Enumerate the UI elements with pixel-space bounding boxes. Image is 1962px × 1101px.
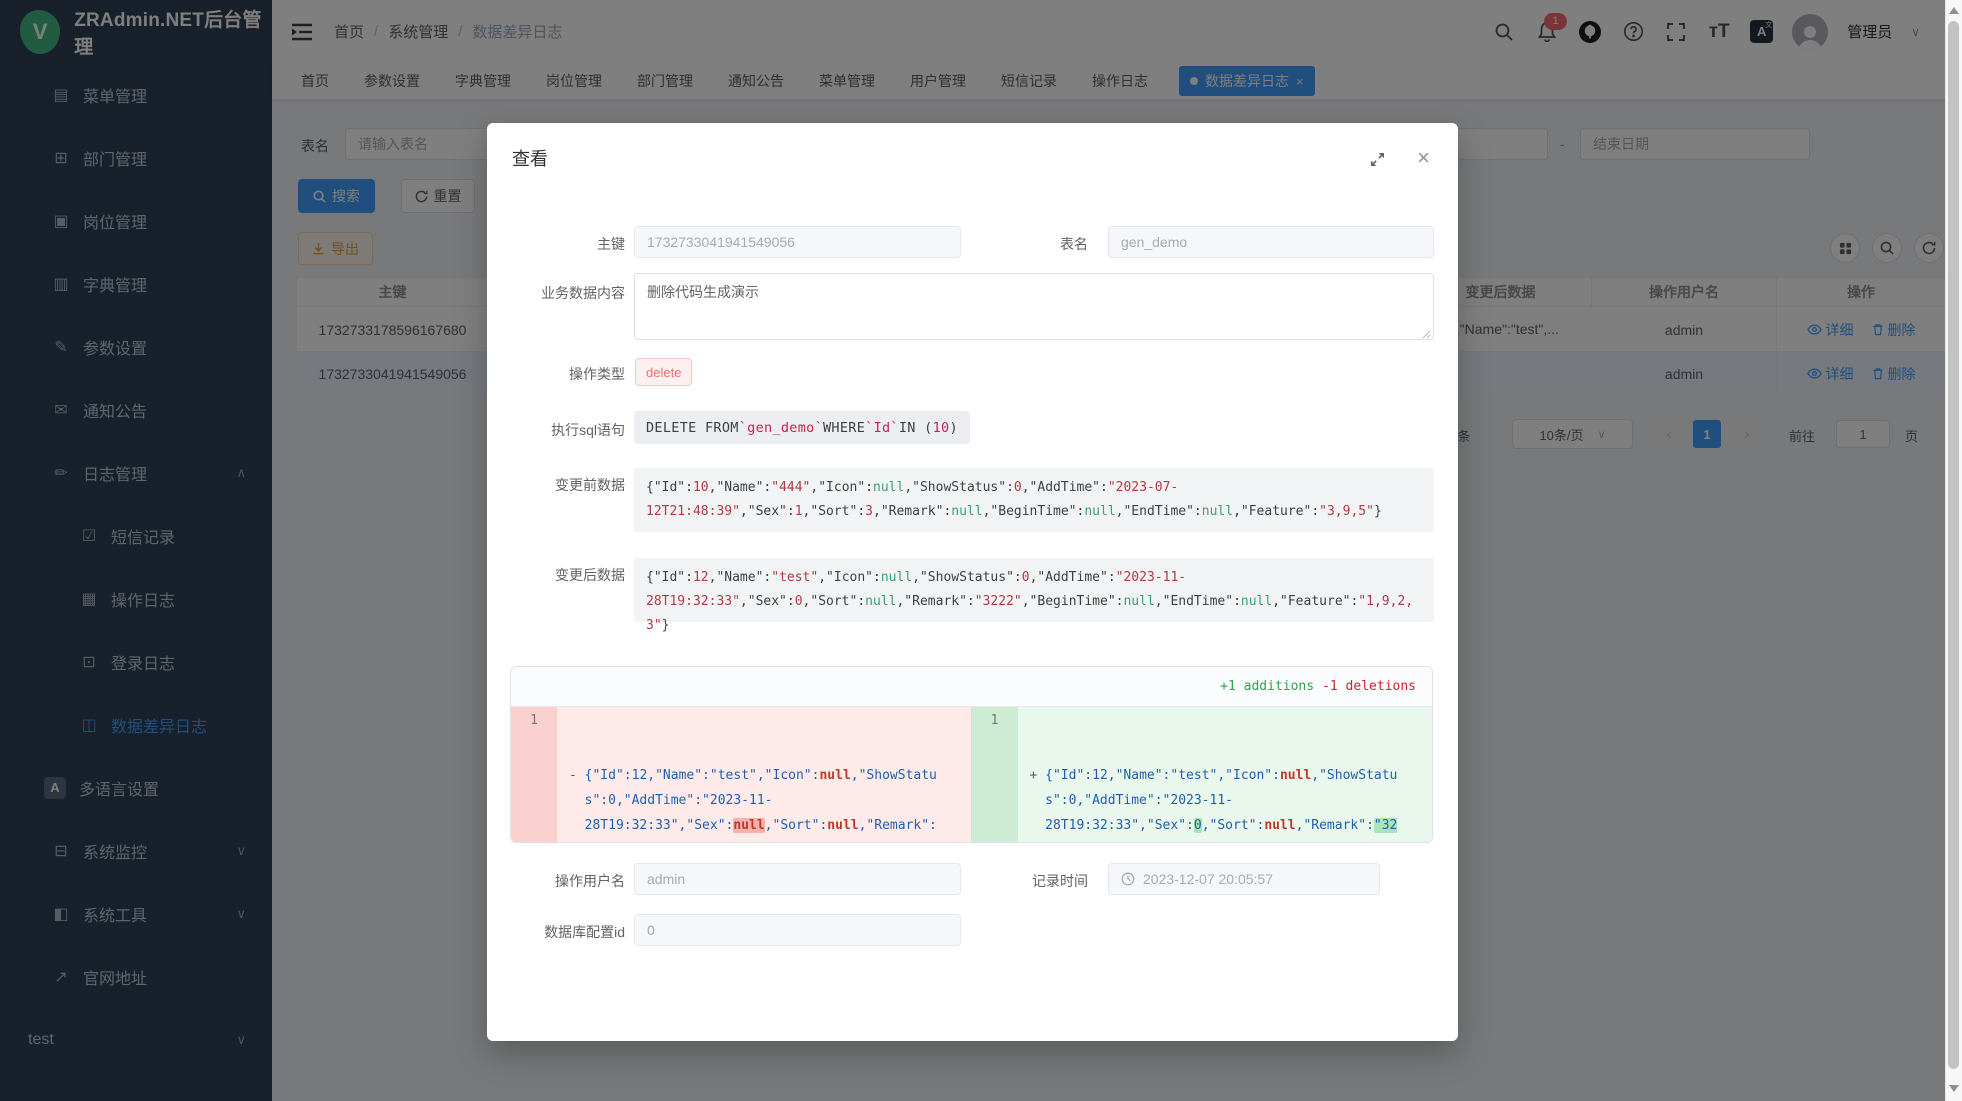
- sql-label: 执行sql语句: [507, 420, 625, 440]
- app-root: V ZRAdmin.NET后台管理 ▤ 菜单管理 ⊞ 部门管理 ▣ 岗位管理 ▥…: [0, 0, 1962, 1101]
- after-data-block: {"Id":12,"Name":"test","Icon":null,"Show…: [634, 558, 1434, 622]
- clock-icon: [1121, 872, 1135, 886]
- db-config-id-label: 数据库配置id: [507, 922, 625, 942]
- scrollbar-down-arrow[interactable]: [1949, 1085, 1959, 1092]
- op-user-label: 操作用户名: [507, 871, 625, 891]
- record-time-input[interactable]: 2023-12-07 20:05:57: [1108, 863, 1380, 895]
- sql-statement: DELETE FROM `gen_demo` WHERE `Id` IN (10…: [634, 411, 970, 444]
- diff-summary-bar: +1 additions -1 deletions: [511, 667, 1432, 707]
- op-type-label: 操作类型: [507, 364, 625, 384]
- diff-left-line-number: 1: [511, 707, 557, 843]
- diff-additions-count: +1 additions: [1220, 679, 1314, 694]
- diff-right-line-number: 1: [972, 707, 1018, 843]
- scrollbar-thumb[interactable]: [1948, 21, 1959, 1069]
- business-content-textarea[interactable]: 删除代码生成演示: [634, 273, 1434, 340]
- op-user-input[interactable]: [634, 863, 961, 895]
- diff-right-code: + {"Id":12,"Name":"test","Icon":null,"Sh…: [1018, 707, 1433, 843]
- diff-deletion-pane: 1 - {"Id":12,"Name":"test","Icon":null,"…: [511, 707, 972, 843]
- business-content-label: 业务数据内容: [507, 283, 625, 303]
- browser-scrollbar: [1945, 0, 1962, 1101]
- db-config-id-input[interactable]: [634, 914, 961, 946]
- dialog-close-icon[interactable]: ×: [1417, 145, 1430, 171]
- textarea-resize-grip[interactable]: [1421, 329, 1431, 339]
- table-name-label: 表名: [977, 234, 1088, 254]
- after-data-label: 变更后数据: [507, 565, 625, 585]
- dialog-title: 查看: [512, 145, 548, 171]
- diff-deletions-count: -1 deletions: [1322, 679, 1416, 694]
- dialog-fullscreen-icon[interactable]: [1369, 151, 1386, 173]
- scrollbar-up-arrow[interactable]: [1949, 7, 1959, 14]
- diff-addition-pane: 1 + {"Id":12,"Name":"test","Icon":null,"…: [972, 707, 1433, 843]
- before-data-label: 变更前数据: [507, 475, 625, 495]
- pk-label: 主键: [507, 234, 625, 254]
- op-type-delete-tag: delete: [635, 358, 692, 386]
- diff-left-code: - {"Id":12,"Name":"test","Icon":null,"Sh…: [557, 707, 971, 843]
- before-data-block: {"Id":10,"Name":"444","Icon":null,"ShowS…: [634, 468, 1434, 532]
- diff-viewer: +1 additions -1 deletions 1 - {"Id":12,"…: [510, 666, 1433, 843]
- table-name-input[interactable]: [1108, 226, 1434, 258]
- pk-input[interactable]: [634, 226, 961, 258]
- record-time-value: 2023-12-07 20:05:57: [1143, 871, 1273, 887]
- view-dialog: 查看 × 主键 表名 业务数据内容 删除代码生成演示 操作类型 delete 执…: [487, 123, 1458, 1041]
- record-time-label: 记录时间: [977, 871, 1088, 891]
